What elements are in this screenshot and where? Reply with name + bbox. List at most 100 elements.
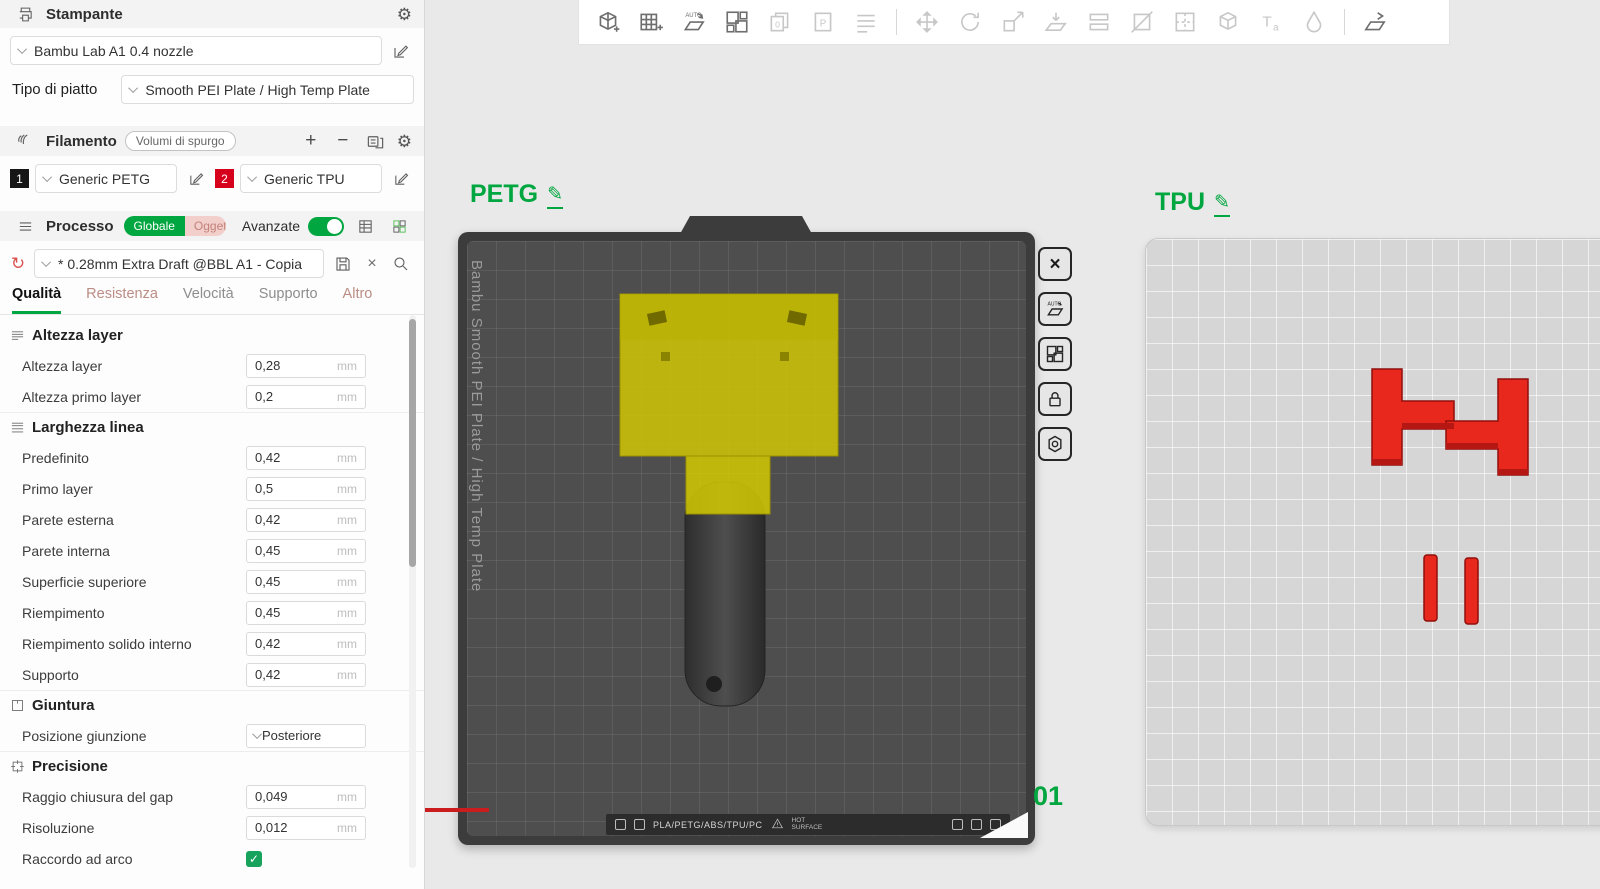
add-plate-icon[interactable] — [634, 5, 668, 39]
setting-row: Risoluzione 0,012mm — [0, 812, 424, 843]
viewport-toolbar: AUTO 0 P — [578, 0, 1450, 45]
tab-support[interactable]: Supporto — [259, 286, 318, 314]
plate-type-value: Smooth PEI Plate / High Temp Plate — [145, 82, 370, 98]
chevron-down-icon — [41, 257, 51, 267]
objects-grid-icon[interactable] — [386, 213, 412, 239]
support-line-width-input[interactable]: 0,42mm — [246, 663, 366, 687]
edit-filament-1-icon[interactable] — [183, 166, 209, 192]
setting-row: Raccordo ad arco ✓ — [0, 843, 424, 868]
chevron-down-icon — [252, 729, 262, 739]
add-filament-button[interactable]: + — [299, 130, 323, 152]
arrange-plate-button[interactable] — [1038, 337, 1072, 371]
cut-icon[interactable] — [1125, 5, 1159, 39]
scale-icon[interactable] — [996, 5, 1030, 39]
scope-global-button[interactable]: Globale — [124, 216, 185, 236]
settings-scrollbar[interactable] — [409, 315, 416, 868]
search-settings-icon[interactable] — [388, 251, 414, 277]
tab-strength[interactable]: Resistenza — [86, 286, 158, 314]
printer-name: Bambu Lab A1 0.4 nozzle — [34, 43, 194, 59]
printer-settings-gear-icon[interactable]: ⚙ — [397, 6, 412, 23]
gap-closing-radius-input[interactable]: 0,049mm — [246, 785, 366, 809]
first-layer-line-width-input[interactable]: 0,5mm — [246, 477, 366, 501]
rotate-icon[interactable] — [953, 5, 987, 39]
profile-select[interactable]: * 0.28mm Extra Draft @BBL A1 - Copia — [34, 249, 324, 278]
red-pin-object — [1465, 558, 1478, 624]
red-coupler-right-object — [1446, 379, 1528, 475]
split-slabs-icon[interactable] — [1082, 5, 1116, 39]
process-tabs: Qualità Resistenza Velocità Supporto Alt… — [0, 282, 424, 315]
tab-quality[interactable]: Qualità — [12, 286, 61, 314]
color-paint-icon[interactable] — [1297, 5, 1331, 39]
printer-select[interactable]: Bambu Lab A1 0.4 nozzle — [10, 36, 382, 65]
paste-icon[interactable]: P — [806, 5, 840, 39]
infill-line-width-input[interactable]: 0,45mm — [246, 601, 366, 625]
clamp-badge-icon — [971, 819, 982, 830]
edit-pencil-icon[interactable]: ✎ — [1214, 192, 1230, 217]
setting-row: Altezza layer 0,28mm — [0, 350, 424, 381]
lock-plate-button[interactable] — [1038, 382, 1072, 416]
lay-on-face-icon[interactable] — [1039, 5, 1073, 39]
build-plate-1[interactable]: Bambu Smooth PEI Plate / High Temp Plate — [458, 232, 1035, 845]
advanced-toggle[interactable] — [308, 217, 344, 236]
add-model-icon[interactable] — [591, 5, 625, 39]
arrange-icon[interactable] — [720, 5, 754, 39]
default-line-width-input[interactable]: 0,42mm — [246, 446, 366, 470]
delete-profile-icon[interactable]: × — [362, 255, 382, 273]
internal-solid-infill-line-width-input[interactable]: 0,42mm — [246, 632, 366, 656]
filament-2-select[interactable]: Generic TPU — [240, 164, 382, 193]
top-surface-line-width-input[interactable]: 0,45mm — [246, 570, 366, 594]
auto-orient-plate-button[interactable]: AUTO — [1038, 292, 1072, 326]
edit-filament-2-icon[interactable] — [388, 166, 414, 192]
first-layer-height-input[interactable]: 0,2mm — [246, 385, 366, 409]
scope-objects-button[interactable]: Oggetti — [185, 216, 226, 236]
tab-speed[interactable]: Velocità — [183, 286, 234, 314]
plate1-filament-label: PETG — [470, 180, 538, 209]
reset-profile-icon[interactable]: ↻ — [8, 254, 28, 274]
plate2-filament-label: TPU — [1155, 188, 1205, 217]
inner-wall-line-width-input[interactable]: 0,45mm — [246, 539, 366, 563]
flush-volumes-button[interactable]: Volumi di spurgo — [125, 131, 236, 151]
copy-icon[interactable]: 0 — [763, 5, 797, 39]
filament-1-select[interactable]: Generic PETG — [35, 164, 177, 193]
layers-list-icon[interactable] — [849, 5, 883, 39]
filament-section-header: Filamento Volumi di spurgo + − ⚙ — [0, 126, 424, 156]
seam-position-select[interactable]: Posteriore — [246, 724, 366, 748]
slice-plate-icon[interactable] — [1358, 5, 1392, 39]
save-profile-icon[interactable] — [330, 251, 356, 277]
filament-1-color-swatch[interactable]: 1 — [10, 169, 29, 188]
plate1-objects[interactable] — [458, 232, 1035, 845]
filament-2-color-swatch[interactable]: 2 — [215, 169, 234, 188]
hot-surface-text: HOT SURFACE — [792, 818, 823, 832]
handle-cylinder-object[interactable] — [685, 482, 765, 706]
move-icon[interactable] — [910, 5, 944, 39]
filament-settings-gear-icon[interactable]: ⚙ — [397, 133, 412, 150]
plate2-filament-tag[interactable]: TPU ✎ — [1155, 188, 1230, 217]
viewport-3d[interactable]: AUTO 0 P — [425, 0, 1600, 889]
plate1-filament-tag[interactable]: PETG ✎ — [470, 180, 563, 209]
layer-height-input[interactable]: 0,28mm — [246, 354, 366, 378]
setting-row: Altezza primo layer 0,2mm — [0, 381, 424, 412]
scrollbar-thumb[interactable] — [409, 319, 416, 567]
auto-orient-icon[interactable]: AUTO — [677, 5, 711, 39]
mesh-cube-icon[interactable] — [1211, 5, 1245, 39]
edit-printer-icon[interactable] — [388, 38, 414, 64]
plate2-objects[interactable] — [1368, 363, 1532, 625]
printer-icon — [12, 1, 38, 27]
resolution-input[interactable]: 0,012mm — [246, 816, 366, 840]
text-tool-icon[interactable]: Ta — [1254, 5, 1288, 39]
printer-badge-icon — [952, 819, 963, 830]
split-parts-icon[interactable] — [1168, 5, 1202, 39]
outer-wall-line-width-input[interactable]: 0,42mm — [246, 508, 366, 532]
plate-settings-button[interactable] — [1038, 427, 1072, 461]
parameter-table-icon[interactable] — [352, 213, 378, 239]
delete-plate-button[interactable]: × — [1038, 247, 1072, 281]
remove-filament-button[interactable]: − — [331, 130, 355, 152]
plate-type-select[interactable]: Smooth PEI Plate / High Temp Plate — [121, 75, 414, 104]
advanced-label: Avanzate — [242, 218, 300, 234]
yellow-bracket-object[interactable] — [620, 294, 838, 514]
tab-others[interactable]: Altro — [343, 286, 373, 314]
sync-filament-icon[interactable] — [363, 128, 389, 154]
edit-pencil-icon[interactable]: ✎ — [547, 184, 563, 209]
printer-section-header: Stampante ⚙ — [0, 0, 424, 28]
arc-fitting-checkbox[interactable]: ✓ — [246, 851, 262, 867]
